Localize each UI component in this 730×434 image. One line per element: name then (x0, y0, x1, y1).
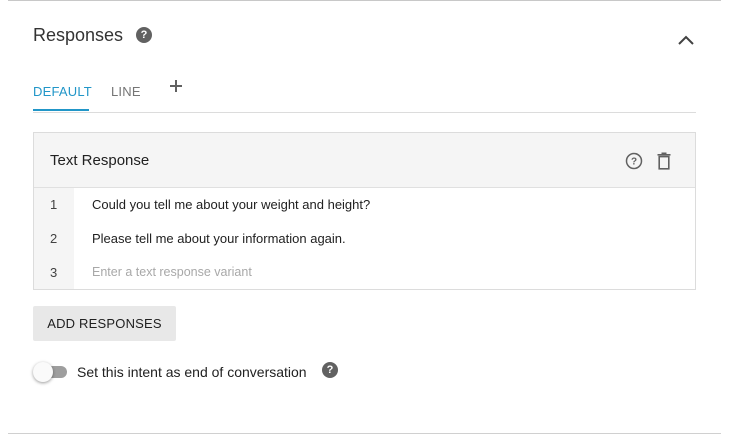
trash-icon (657, 152, 671, 170)
add-responses-button[interactable]: ADD RESPONSES (33, 306, 176, 341)
card-header: Text Response ? (34, 133, 695, 188)
row-number: 1 (50, 197, 58, 212)
end-conversation-toggle[interactable] (33, 362, 69, 382)
question-circle-outline-icon: ? (625, 152, 643, 170)
toggle-knob (33, 362, 53, 382)
response-text[interactable]: Please tell me about your information ag… (92, 231, 346, 246)
card-title: Text Response (50, 152, 150, 169)
tab-default[interactable]: DEFAULT (33, 84, 92, 99)
row-number: 2 (50, 231, 58, 246)
response-variant-input[interactable] (92, 261, 672, 283)
response-row: 2 Please tell me about your information … (34, 222, 695, 256)
delete-response-button[interactable] (656, 152, 672, 170)
text-response-card: Text Response ? 1 Could you tell me abou… (33, 132, 696, 290)
chevron-up-icon (678, 35, 694, 45)
active-tab-indicator (33, 109, 89, 111)
question-circle-icon[interactable]: ? (322, 362, 338, 378)
add-tab-button[interactable] (168, 78, 184, 94)
question-circle-icon[interactable]: ? (136, 27, 152, 43)
response-row: 3 (34, 256, 695, 290)
card-help-button[interactable]: ? (625, 152, 643, 170)
section-title: Responses (33, 25, 124, 45)
response-text[interactable]: Could you tell me about your weight and … (92, 197, 370, 212)
top-divider (8, 0, 721, 1)
response-row: 1 Could you tell me about your weight an… (34, 188, 695, 222)
tab-bar: DEFAULT LINE (33, 70, 696, 113)
plus-icon (170, 80, 182, 92)
tab-line[interactable]: LINE (111, 84, 141, 99)
svg-text:?: ? (631, 157, 637, 168)
collapse-button[interactable] (674, 29, 698, 49)
end-conversation-label: Set this intent as end of conversation (77, 364, 307, 380)
row-number: 3 (50, 265, 58, 280)
